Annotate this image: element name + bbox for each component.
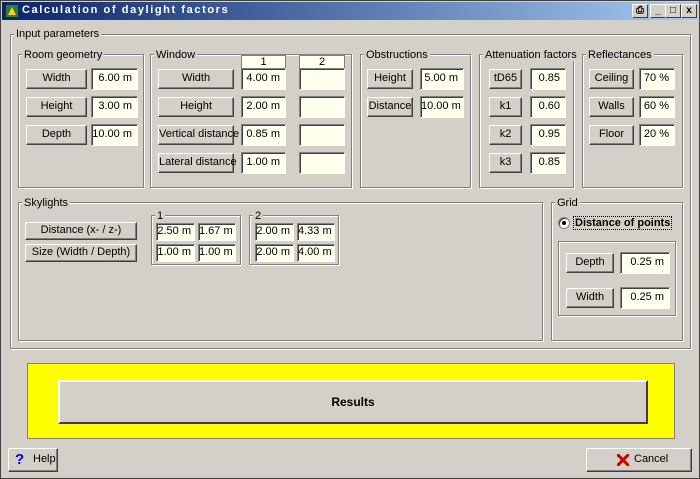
skylight-1-distance-x-field[interactable]: 2.50 m — [156, 223, 195, 241]
results-button[interactable]: Results — [58, 380, 648, 424]
grid-width-field[interactable]: 0.25 m — [620, 287, 670, 309]
window-1-lateral-distance-field[interactable]: 1.00 m — [241, 152, 286, 174]
reflectance-walls-label: Walls — [589, 97, 634, 117]
skylight-2-distance-x-field[interactable]: 2.00 m — [255, 223, 294, 241]
window-legend: Window — [154, 49, 198, 61]
grid-depth-label: Depth — [566, 253, 614, 273]
window-1-height-field[interactable]: 2.00 m — [241, 96, 286, 118]
help-button[interactable]: ? Help — [8, 448, 58, 472]
skylight-1-width-field[interactable]: 1.00 m — [156, 244, 195, 262]
reflectances-legend: Reflectances — [586, 49, 654, 61]
reflectance-walls-field[interactable]: 60 % — [639, 96, 675, 118]
skylight-2-distance-z-field[interactable]: 4.33 m — [297, 223, 335, 241]
attenuation-k2-label: k2 — [489, 125, 522, 145]
obstruction-distance-field[interactable]: 10.00 m — [420, 96, 464, 118]
grid-depth-field[interactable]: 0.25 m — [620, 252, 670, 274]
window-width-label: Width — [158, 69, 234, 89]
close-button[interactable]: x — [681, 4, 697, 18]
window-2-width-field[interactable] — [299, 68, 345, 90]
reflectance-floor-field[interactable]: 20 % — [639, 124, 675, 146]
obstruction-height-label: Height — [367, 69, 413, 89]
results-panel: Results — [27, 363, 675, 439]
attenuation-k1-field[interactable]: 0.60 — [530, 96, 566, 118]
title-bar[interactable]: Calculation of daylight factors ⎙ _ □ x — [2, 2, 698, 20]
attenuation-td65-field[interactable]: 0.85 — [530, 68, 566, 90]
print-button[interactable]: ⎙ — [632, 4, 648, 18]
skylight-1-distance-z-field[interactable]: 1.67 m — [198, 223, 236, 241]
room-width-label: Width — [26, 69, 87, 89]
grid-width-label: Width — [566, 288, 614, 308]
window-1-vertical-distance-field[interactable]: 0.85 m — [241, 124, 286, 146]
room-width-field[interactable]: 6.00 m — [91, 68, 138, 90]
skylights-legend: Skylights — [22, 197, 71, 209]
room-geometry-legend: Room geometry — [22, 49, 105, 61]
grid-legend: Grid — [555, 197, 580, 209]
attenuation-k1-label: k1 — [489, 97, 522, 117]
room-height-label: Height — [26, 97, 87, 117]
window-1-width-field[interactable]: 4.00 m — [241, 68, 286, 90]
obstruction-distance-label: Distance — [367, 97, 413, 117]
reflectance-floor-label: Floor — [589, 125, 634, 145]
window-lateral-distance-label: Lateral distance — [158, 153, 237, 173]
attenuation-k2-field[interactable]: 0.95 — [530, 124, 566, 146]
room-height-field[interactable]: 3.00 m — [91, 96, 138, 118]
maximize-button[interactable]: □ — [665, 4, 681, 18]
room-depth-label: Depth — [26, 125, 87, 145]
window-title: Calculation of daylight factors — [22, 4, 230, 16]
cancel-button-label: Cancel — [634, 453, 669, 465]
skylight-2-depth-field[interactable]: 4.00 m — [297, 244, 335, 262]
help-button-label: Help — [33, 453, 56, 465]
attenuation-td65-label: tD65 — [489, 69, 522, 89]
window-2-vertical-distance-field[interactable] — [299, 124, 345, 146]
obstructions-legend: Obstructions — [364, 49, 430, 61]
help-icon: ? — [15, 451, 25, 468]
window-col-1-header: 1 — [241, 55, 286, 69]
minimize-button[interactable]: _ — [650, 4, 666, 18]
window-vertical-distance-label: Vertical distance — [158, 125, 239, 145]
window-height-label: Height — [158, 97, 234, 117]
reflectance-ceiling-field[interactable]: 70 % — [639, 68, 675, 90]
input-parameters-legend: Input parameters — [14, 28, 102, 40]
attenuation-k3-label: k3 — [489, 153, 522, 173]
window-2-height-field[interactable] — [299, 96, 345, 118]
room-depth-field[interactable]: 10.00 m — [91, 124, 138, 146]
distance-of-points-radio[interactable] — [558, 217, 570, 229]
skylight-2-legend: 2 — [253, 210, 264, 222]
window-2-lateral-distance-field[interactable] — [299, 152, 345, 174]
distance-of-points-label[interactable]: Distance of points — [573, 216, 673, 230]
obstruction-height-field[interactable]: 5.00 m — [420, 68, 464, 90]
attenuation-k3-field[interactable]: 0.85 — [530, 152, 566, 174]
cancel-x-icon — [617, 454, 629, 466]
cancel-button[interactable]: Cancel — [586, 448, 692, 472]
skylight-size-label: Size (Width / Depth) — [25, 244, 137, 262]
main-window: Calculation of daylight factors ⎙ _ □ x … — [0, 0, 700, 479]
skylight-1-legend: 1 — [155, 210, 166, 222]
app-icon — [6, 5, 18, 17]
skylight-1-depth-field[interactable]: 1.00 m — [198, 244, 236, 262]
window-col-2-header: 2 — [299, 55, 345, 69]
skylight-2-width-field[interactable]: 2.00 m — [255, 244, 294, 262]
skylight-distance-label: Distance (x- / z-) — [25, 222, 137, 240]
reflectance-ceiling-label: Ceiling — [589, 69, 634, 89]
attenuation-factors-legend: Attenuation factors — [483, 49, 579, 61]
